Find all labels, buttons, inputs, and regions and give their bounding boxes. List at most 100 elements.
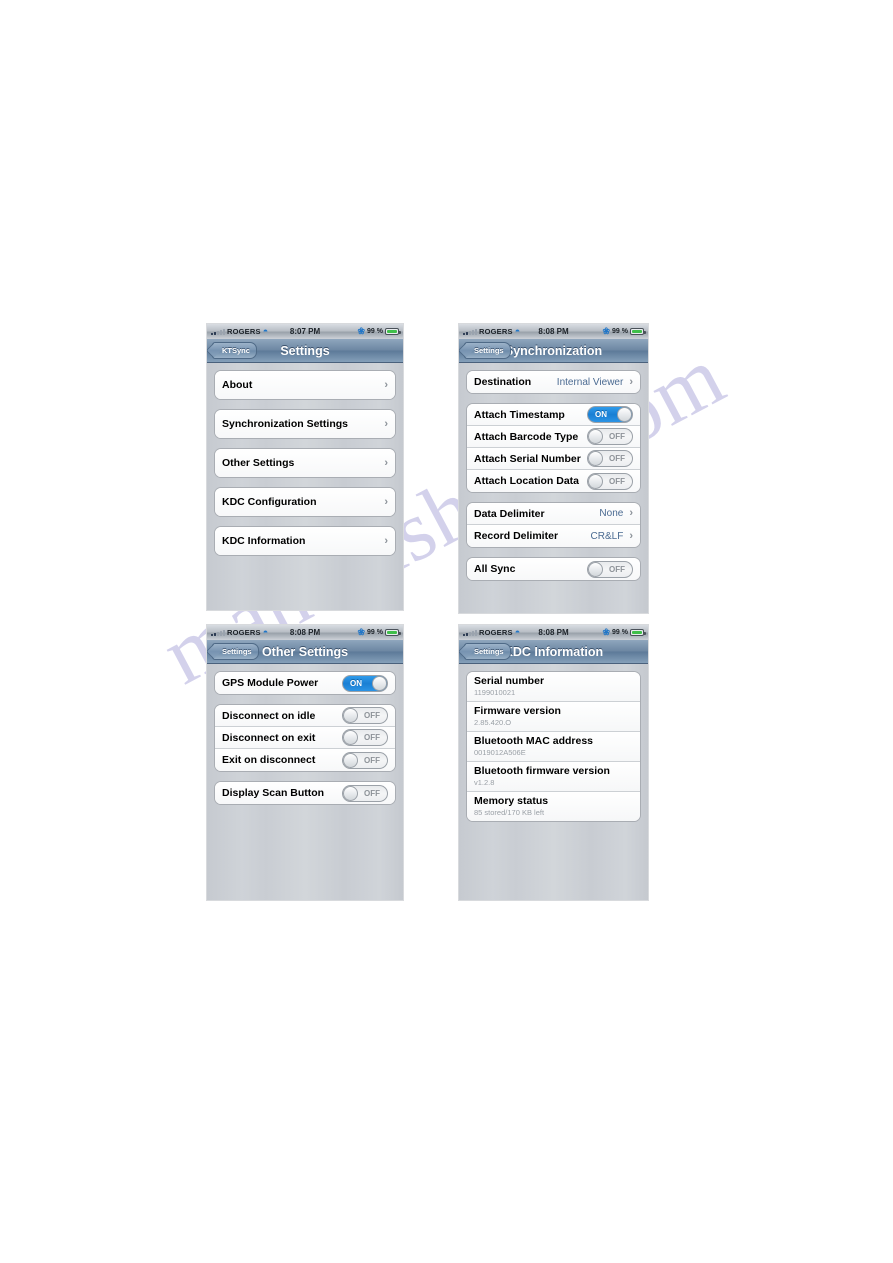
- settings-row[interactable]: Disconnect on exit OFF: [215, 727, 395, 749]
- info-value: 1199010021: [474, 688, 516, 697]
- settings-row[interactable]: Destination Internal Viewer ›: [467, 371, 640, 393]
- settings-row[interactable]: Attach Timestamp ON: [467, 404, 640, 426]
- back-button[interactable]: Settings: [464, 342, 511, 359]
- settings-row[interactable]: GPS Module Power ON: [215, 672, 395, 694]
- status-bar: ROGERS ◓ 8:08 PM ❀ 99 %: [459, 324, 648, 339]
- screen-content: Destination Internal Viewer › Attach Tim…: [459, 363, 648, 613]
- screen-content: GPS Module Power ON Disconnect on idle O…: [207, 664, 403, 900]
- back-button[interactable]: Settings: [464, 643, 511, 660]
- toggle-switch[interactable]: ON: [342, 674, 388, 692]
- toggle-switch[interactable]: OFF: [342, 751, 388, 769]
- settings-row[interactable]: Data Delimiter None ›: [467, 503, 640, 525]
- info-value: v1.2.8: [474, 778, 495, 787]
- row-label: Disconnect on exit: [222, 731, 316, 744]
- toggle-switch[interactable]: OFF: [342, 729, 388, 746]
- toggle-switch[interactable]: OFF: [342, 784, 388, 802]
- toggle-switch[interactable]: OFF: [587, 428, 633, 445]
- settings-row[interactable]: Display Scan Button OFF: [215, 782, 395, 804]
- chevron-right-icon: ›: [384, 456, 388, 469]
- settings-row[interactable]: Disconnect on idle OFF: [215, 705, 395, 727]
- toggle-state-label: OFF: [609, 564, 625, 574]
- status-time: 8:08 PM: [289, 628, 321, 637]
- navigation-bar: KTSync Settings: [207, 339, 403, 363]
- row-label: Attach Location Data: [474, 475, 580, 487]
- settings-group: Disconnect on idle OFF Disconnect on exi…: [214, 704, 396, 772]
- settings-group: Display Scan Button OFF: [214, 781, 396, 805]
- settings-row[interactable]: All Sync OFF: [467, 558, 640, 580]
- info-value: 2.85.420.O: [474, 718, 512, 727]
- info-title: Memory status: [474, 795, 549, 807]
- navigation-bar: Settings KDC Information: [459, 640, 648, 664]
- chevron-right-icon: ›: [384, 417, 388, 430]
- settings-row[interactable]: Attach Barcode Type OFF: [467, 426, 640, 448]
- back-button[interactable]: Settings: [212, 643, 259, 660]
- screenshot-synchronization: ROGERS ◓ 8:08 PM ❀ 99 % Settings Synchro…: [459, 324, 648, 613]
- toggle-knob: [588, 473, 603, 489]
- info-title: Bluetooth firmware version: [474, 765, 610, 777]
- status-bar: ROGERS ◓ 8:08 PM ❀ 99 %: [459, 625, 648, 640]
- toggle-knob: [343, 752, 358, 768]
- chevron-right-icon: ›: [384, 495, 388, 508]
- toggle-state-label: ON: [350, 678, 362, 688]
- row-label: KDC Information: [222, 535, 306, 547]
- chevron-right-icon: ›: [629, 529, 633, 542]
- settings-row[interactable]: Synchronization Settings ›: [215, 410, 395, 438]
- toggle-state-label: OFF: [609, 454, 625, 463]
- chevron-right-icon: ›: [384, 378, 388, 391]
- chevron-right-icon: ›: [629, 507, 633, 519]
- settings-row[interactable]: About ›: [215, 371, 395, 399]
- toggle-knob: [372, 675, 387, 691]
- row-value: CR&LF: [590, 530, 624, 542]
- screen-content: About › Synchronization Settings › Other…: [207, 363, 403, 610]
- row-label: All Sync: [474, 563, 516, 575]
- row-label: Destination: [474, 376, 532, 388]
- toggle-switch[interactable]: OFF: [587, 472, 633, 490]
- settings-row[interactable]: Attach Location Data OFF: [467, 470, 640, 492]
- row-label: GPS Module Power: [222, 677, 319, 689]
- toggle-knob: [588, 429, 603, 444]
- row-label: Display Scan Button: [222, 787, 325, 799]
- info-value: 85 stored/170 KB left: [474, 808, 545, 817]
- toggle-state-label: OFF: [364, 733, 380, 742]
- row-label: Attach Serial Number: [474, 452, 581, 465]
- settings-row[interactable]: Attach Serial Number OFF: [467, 448, 640, 470]
- settings-row[interactable]: KDC Information ›: [215, 527, 395, 555]
- screen-content: Serial number 1199010021 Firmware versio…: [459, 664, 648, 900]
- info-group: Serial number 1199010021 Firmware versio…: [466, 671, 641, 822]
- toggle-switch[interactable]: OFF: [587, 560, 633, 578]
- toggle-switch[interactable]: ON: [587, 406, 633, 423]
- row-label: Exit on disconnect: [222, 754, 316, 766]
- toggle-knob: [343, 708, 358, 723]
- settings-group: GPS Module Power ON: [214, 671, 396, 695]
- screenshot-kdc-information: ROGERS ◓ 8:08 PM ❀ 99 % Settings KDC Inf…: [459, 625, 648, 900]
- screenshot-other-settings: ROGERS ◓ 8:08 PM ❀ 99 % Settings Other S…: [207, 625, 403, 900]
- row-label: Attach Timestamp: [474, 408, 565, 421]
- settings-group: Destination Internal Viewer ›: [466, 370, 641, 394]
- status-bar: ROGERS ◓ 8:07 PM ❀ 99 %: [207, 324, 403, 339]
- settings-row[interactable]: Exit on disconnect OFF: [215, 749, 395, 771]
- info-title: Serial number: [474, 675, 545, 687]
- info-row: Bluetooth MAC address 0019012A506E: [467, 732, 640, 762]
- row-label: Data Delimiter: [474, 507, 545, 520]
- settings-group: Data Delimiter None › Record Delimiter C…: [466, 502, 641, 548]
- toggle-knob: [617, 407, 632, 422]
- settings-group: KDC Information ›: [214, 526, 396, 556]
- settings-row[interactable]: Other Settings ›: [215, 449, 395, 477]
- settings-group: Attach Timestamp ON Attach Barcode Type …: [466, 403, 641, 493]
- toggle-switch[interactable]: OFF: [342, 707, 388, 724]
- settings-row[interactable]: KDC Configuration ›: [215, 488, 395, 516]
- row-value: Internal Viewer: [556, 376, 624, 388]
- info-value: 0019012A506E: [474, 748, 526, 757]
- toggle-state-label: OFF: [364, 711, 380, 720]
- toggle-switch[interactable]: OFF: [587, 450, 633, 467]
- toggle-state-label: OFF: [609, 476, 625, 486]
- settings-row[interactable]: Record Delimiter CR&LF ›: [467, 525, 640, 547]
- settings-group: All Sync OFF: [466, 557, 641, 581]
- settings-group: Other Settings ›: [214, 448, 396, 478]
- toggle-knob: [343, 730, 358, 745]
- row-label: Other Settings: [222, 457, 295, 469]
- status-time: 8:07 PM: [289, 327, 321, 336]
- back-button[interactable]: KTSync: [212, 342, 257, 359]
- battery-icon: [385, 629, 401, 636]
- row-value: None: [599, 508, 624, 519]
